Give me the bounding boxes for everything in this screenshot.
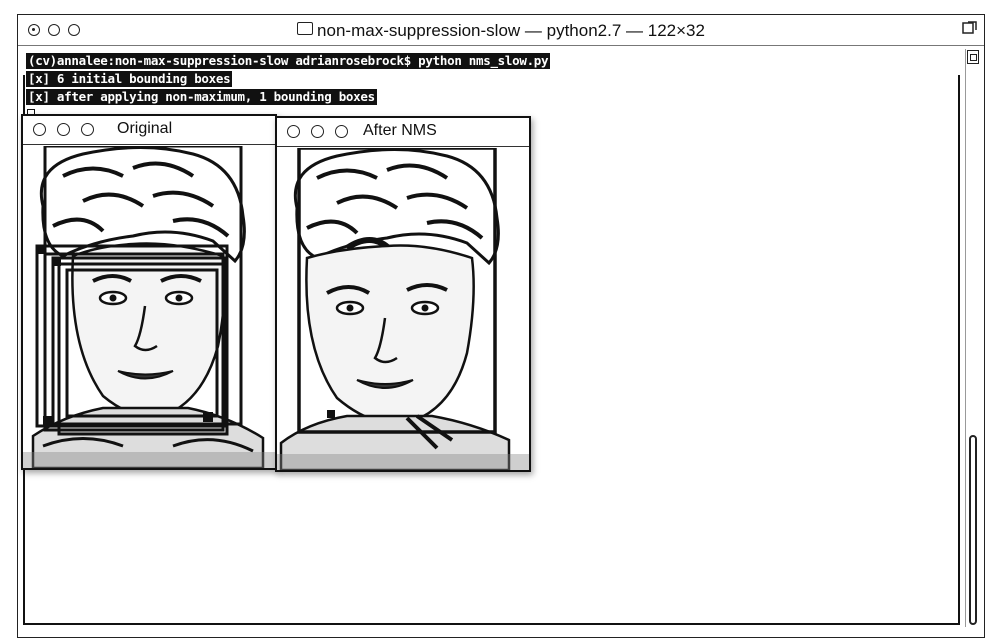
close-button[interactable] bbox=[33, 123, 46, 136]
minimize-button[interactable] bbox=[57, 123, 70, 136]
terminal-line-output-1: [x] 6 initial bounding boxes bbox=[26, 71, 233, 87]
terminal-titlebar[interactable]: non-max-suppression-slow — python2.7 — 1… bbox=[18, 15, 984, 46]
after-nms-window-title: After NMS bbox=[363, 122, 437, 139]
minimize-button[interactable] bbox=[311, 125, 324, 138]
folder-icon bbox=[297, 22, 314, 35]
terminal-line-output-2: [x] after applying non-maximum, 1 boundi… bbox=[26, 89, 377, 105]
zoom-button[interactable] bbox=[335, 125, 348, 138]
after-nms-window-titlebar[interactable]: After NMS bbox=[277, 118, 529, 147]
after-nms-image-window[interactable]: After NMS bbox=[275, 116, 531, 472]
terminal-title: non-max-suppression-slow — python2.7 — 1… bbox=[317, 21, 705, 40]
resize-icon[interactable] bbox=[962, 20, 978, 36]
original-image-window[interactable]: Original bbox=[21, 114, 277, 470]
original-face-image bbox=[23, 146, 275, 468]
terminal-line-command: (cv)annalee:non-max-suppression-slow adr… bbox=[26, 53, 551, 69]
after-nms-face-image bbox=[277, 148, 529, 470]
close-button[interactable] bbox=[287, 125, 300, 138]
scrollbar-thumb[interactable] bbox=[969, 435, 977, 625]
zoom-button[interactable] bbox=[81, 123, 94, 136]
scroll-split-icon[interactable] bbox=[967, 50, 979, 64]
original-window-titlebar[interactable]: Original bbox=[23, 116, 275, 145]
original-window-title: Original bbox=[117, 120, 173, 137]
terminal-title-wrap: non-max-suppression-slow — python2.7 — 1… bbox=[18, 21, 984, 41]
